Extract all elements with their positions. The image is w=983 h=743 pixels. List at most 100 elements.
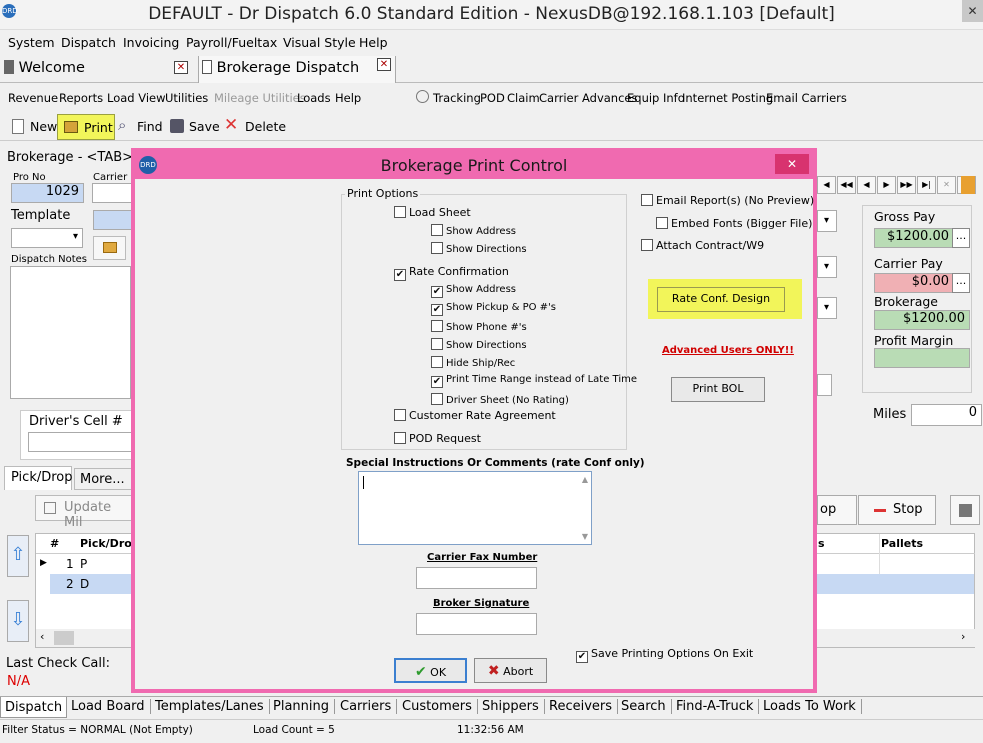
nav-prev-icon[interactable]: ◀ xyxy=(857,176,876,194)
pod-request-checkbox[interactable]: POD Request xyxy=(394,432,481,445)
tab-brokerage-dispatch[interactable]: Brokerage Dispatch ✕ xyxy=(198,56,396,83)
tab-loads-to-work[interactable]: Loads To Work xyxy=(763,699,862,714)
menu-invoicing[interactable]: Invoicing xyxy=(123,35,179,50)
tab-customers[interactable]: Customers xyxy=(402,699,478,714)
envelope-button[interactable] xyxy=(93,236,126,260)
toolbar-internet-posting[interactable]: Internet Posting xyxy=(682,91,773,105)
ls-show-directions-checkbox[interactable]: Show Directions xyxy=(431,242,527,255)
tab-templates-lanes[interactable]: Templates/Lanes xyxy=(155,699,270,714)
grid-row-2-type[interactable]: D xyxy=(80,577,89,591)
profit-margin-field[interactable] xyxy=(874,348,970,368)
menu-payroll[interactable]: Payroll/Fueltax xyxy=(186,35,277,50)
pro-no-field[interactable]: 1029 xyxy=(11,183,84,203)
rate-confirmation-checkbox[interactable]: ✔ Rate Confirmation xyxy=(394,265,509,281)
toolbar-utilities[interactable]: Utilities xyxy=(165,91,208,105)
dropdown-3[interactable]: ▾ xyxy=(817,297,837,319)
toolbar-loads[interactable]: Loads xyxy=(297,91,331,105)
nav-next-icon[interactable]: ▶ xyxy=(877,176,896,194)
attach-contract-checkbox[interactable]: Attach Contract/W9 xyxy=(641,239,764,252)
ok-button[interactable]: ✔ OK xyxy=(394,658,467,683)
save-row-button[interactable] xyxy=(950,495,980,525)
scroll-left-icon[interactable]: ‹ xyxy=(40,630,44,643)
tab-shippers[interactable]: Shippers xyxy=(482,699,545,714)
toolbar-help[interactable]: Help xyxy=(335,91,361,105)
carrier-fax-field[interactable] xyxy=(416,567,537,589)
toolbar-email-carriers[interactable]: Email Carriers xyxy=(766,91,847,105)
nav-first-icon[interactable]: ◀ xyxy=(817,176,836,194)
brokerage-field[interactable]: $1200.00 xyxy=(874,310,970,330)
close-icon[interactable]: ✕ xyxy=(377,58,391,71)
carrier-pay-more-button[interactable]: ... xyxy=(952,273,970,293)
nav-next-page-icon[interactable]: ▶▶ xyxy=(897,176,916,194)
email-reports-checkbox[interactable]: Email Report(s) (No Preview) xyxy=(641,194,814,207)
window-close-button[interactable]: ✕ xyxy=(962,0,983,22)
tab-dispatch[interactable]: Dispatch xyxy=(0,697,68,718)
print-bol-button[interactable]: Print BOL xyxy=(671,377,765,402)
menu-help[interactable]: Help xyxy=(359,35,388,50)
toolbar-load-view[interactable]: Load View xyxy=(107,91,166,105)
miles-field[interactable]: 0 xyxy=(911,404,982,426)
scroll-up-icon[interactable]: ▲ xyxy=(582,475,588,484)
grid-row-1-type[interactable]: P xyxy=(80,557,87,571)
ls-show-address-checkbox[interactable]: Show Address xyxy=(431,224,516,237)
filter-icon[interactable] xyxy=(961,176,975,194)
save-button[interactable]: Save xyxy=(189,119,220,134)
nav-last-icon[interactable]: ▶| xyxy=(917,176,936,194)
dialog-close-button[interactable]: ✕ xyxy=(775,154,809,174)
rc-hide-ship-checkbox[interactable]: Hide Ship/Rec xyxy=(431,356,515,369)
load-sheet-checkbox[interactable]: Load Sheet xyxy=(394,206,471,219)
rc-show-directions-checkbox[interactable]: Show Directions xyxy=(431,338,527,351)
tab-more[interactable]: More... xyxy=(74,468,132,490)
dropdown-2[interactable]: ▾ xyxy=(817,256,837,278)
embed-fonts-checkbox[interactable]: Embed Fonts (Bigger File) xyxy=(656,217,812,230)
gross-pay-field[interactable]: $1200.00 xyxy=(874,228,954,248)
toolbar-claim[interactable]: Claim xyxy=(507,91,540,105)
save-printing-options-checkbox[interactable]: ✔ Save Printing Options On Exit xyxy=(576,647,753,663)
toolbar-equip-info[interactable]: Equip Info xyxy=(627,91,685,105)
print-button[interactable]: Print xyxy=(57,114,115,140)
menu-system[interactable]: System xyxy=(8,35,55,50)
rc-driver-sheet-checkbox[interactable]: Driver Sheet (No Rating) xyxy=(431,393,569,406)
gross-pay-more-button[interactable]: ... xyxy=(952,228,970,248)
stop-button[interactable]: Stop xyxy=(858,495,936,525)
carrier-name-field[interactable] xyxy=(93,210,133,230)
toolbar-mileage-utilities[interactable]: Mileage Utilities xyxy=(214,91,306,105)
menu-dispatch[interactable]: Dispatch xyxy=(61,35,116,50)
op-button[interactable]: op xyxy=(817,495,857,525)
tab-pick-drop[interactable]: Pick/Drop xyxy=(4,466,73,490)
close-icon[interactable]: ✕ xyxy=(174,61,188,74)
new-button[interactable]: New xyxy=(30,119,57,134)
special-instructions-field[interactable]: ▲ ▼ xyxy=(358,471,592,545)
toolbar-carrier-advances[interactable]: Carrier Advances xyxy=(539,91,637,105)
right-text-field[interactable] xyxy=(817,374,832,396)
abort-button[interactable]: ✖ Abort xyxy=(474,658,547,683)
rc-show-address-checkbox[interactable]: ✔ Show Address xyxy=(431,284,516,298)
tab-planning[interactable]: Planning xyxy=(273,699,335,714)
broker-signature-field[interactable] xyxy=(416,613,537,635)
table-row[interactable] xyxy=(50,574,134,594)
carrier-field[interactable] xyxy=(92,183,132,203)
drivers-cell-field[interactable] xyxy=(28,432,132,452)
dropdown-1[interactable]: ▾ xyxy=(817,210,837,232)
menu-visual-style[interactable]: Visual Style xyxy=(283,35,356,50)
nav-prev-page-icon[interactable]: ◀◀ xyxy=(837,176,856,194)
template-select[interactable]: ▾ xyxy=(11,228,83,248)
rc-print-time-range-checkbox[interactable]: ✔ Print Time Range instead of Late Time xyxy=(431,374,637,388)
toolbar-revenue[interactable]: Revenue xyxy=(8,91,58,105)
horizontal-scrollbar[interactable] xyxy=(54,631,74,645)
rate-conf-design-button[interactable]: Rate Conf. Design xyxy=(657,287,785,312)
move-down-button[interactable]: ⇩ xyxy=(7,600,29,642)
scroll-right-icon[interactable]: › xyxy=(961,630,965,643)
delete-button[interactable]: Delete xyxy=(245,119,286,134)
customer-rate-agreement-checkbox[interactable]: Customer Rate Agreement xyxy=(394,409,556,422)
tab-carriers[interactable]: Carriers xyxy=(340,699,398,714)
update-miles-button[interactable]: Update Mil xyxy=(35,495,132,530)
scroll-down-icon[interactable]: ▼ xyxy=(582,532,588,541)
tab-search[interactable]: Search xyxy=(621,699,672,714)
move-up-button[interactable]: ⇧ xyxy=(7,535,29,577)
nav-cancel-icon[interactable]: ✕ xyxy=(937,176,956,194)
toolbar-reports[interactable]: Reports xyxy=(59,91,103,105)
find-button[interactable]: Find xyxy=(137,119,163,134)
rc-show-phone-checkbox[interactable]: Show Phone #'s xyxy=(431,320,527,333)
toolbar-tracking[interactable]: Tracking xyxy=(433,91,481,105)
